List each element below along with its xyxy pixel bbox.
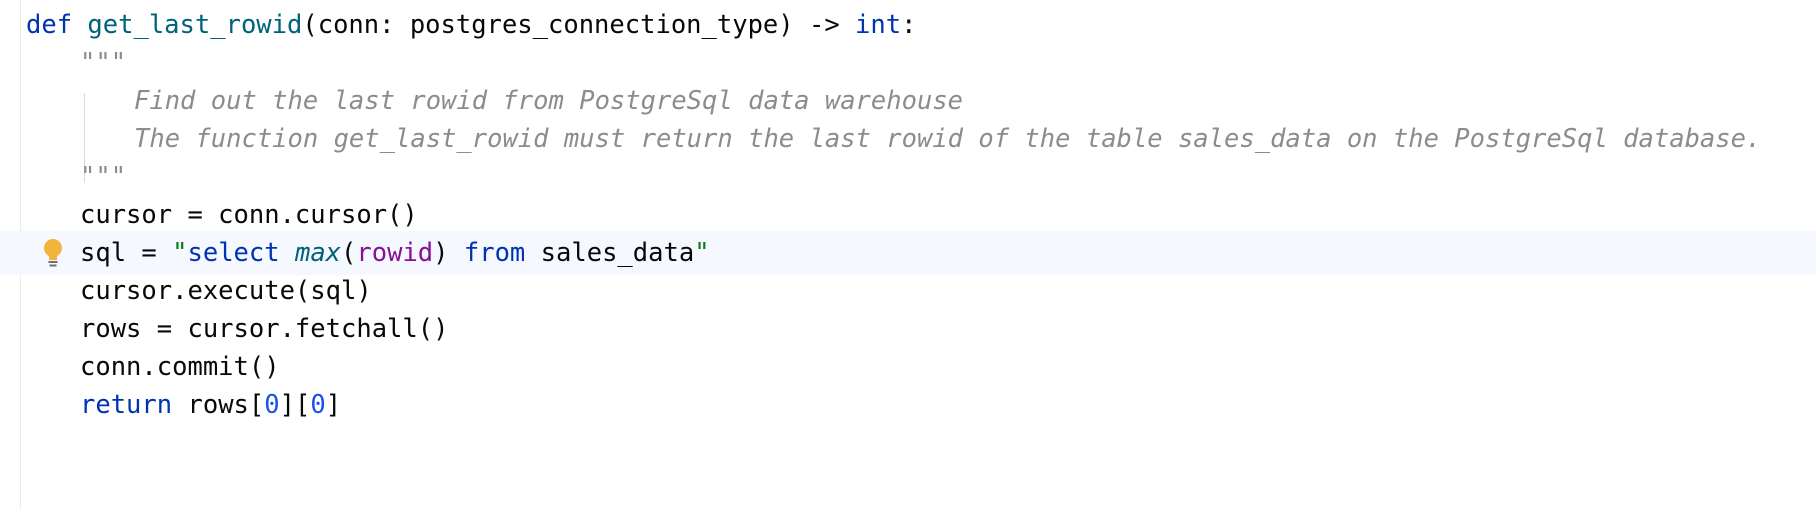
sql-keyword-select: select [187, 238, 280, 268]
bracket: ][ [279, 390, 311, 420]
string-quote-close: " [694, 238, 710, 268]
code-editor[interactable]: def get_last_rowid(conn: postgres_connec… [0, 0, 1816, 510]
lightbulb-icon[interactable] [38, 237, 68, 269]
sql-table-name: sales_data [540, 238, 695, 268]
sql-column-rowid: rowid [356, 238, 434, 268]
paren-close: ) [433, 238, 449, 268]
index-number: 0 [310, 390, 326, 420]
sql-keyword-from: from [463, 238, 526, 268]
string-quote-open: " [172, 238, 188, 268]
code-text: return rows[0][0] [80, 383, 341, 427]
keyword-def: def [26, 10, 73, 40]
function-name: get_last_rowid [87, 10, 303, 40]
bracket: [ [248, 390, 265, 420]
sql-function-max: max [294, 238, 342, 268]
code-line-11[interactable]: return rows[0][0] [0, 383, 1816, 427]
bracket: ] [325, 390, 342, 420]
return-type: int [855, 10, 902, 40]
function-params: (conn: postgres_connection_type) -> [302, 10, 856, 40]
paren-open: ( [341, 238, 357, 268]
colon: : [901, 10, 917, 40]
keyword-return: return [80, 390, 173, 420]
index-number: 0 [264, 390, 280, 420]
assignment: sql = [80, 238, 173, 268]
rows-variable: rows [187, 390, 249, 420]
